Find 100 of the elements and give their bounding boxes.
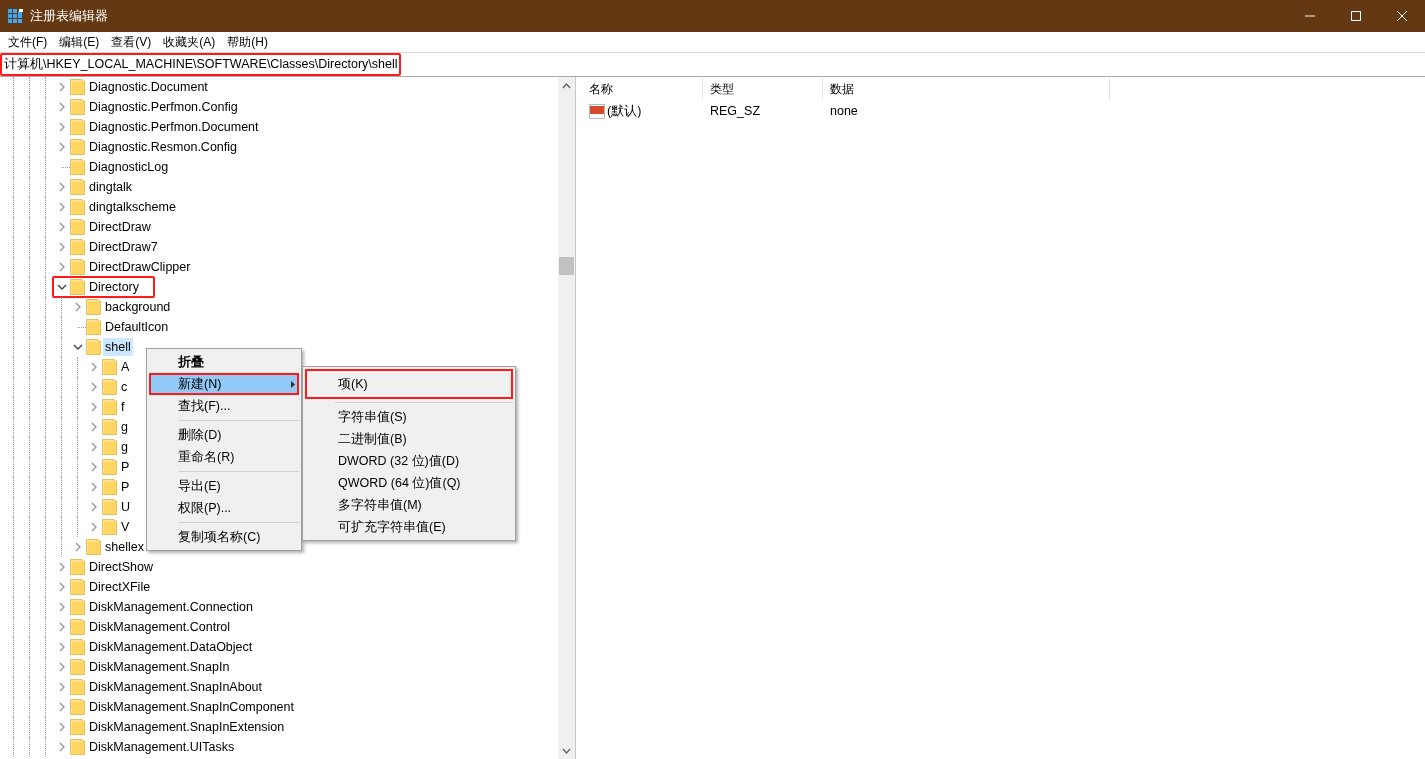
folder-icon — [102, 499, 117, 515]
tree-item[interactable]: Diagnostic.Document — [52, 77, 224, 98]
tree-item[interactable]: V — [84, 516, 146, 538]
tree-item[interactable]: dingtalkscheme — [52, 196, 192, 218]
column-header[interactable]: 名称 — [582, 78, 703, 100]
folder-icon — [70, 199, 85, 215]
folder-icon — [70, 159, 85, 175]
folder-icon — [102, 519, 117, 535]
address-field[interactable]: 计算机\HKEY_LOCAL_MACHINE\SOFTWARE\Classes\Directory\shell — [0, 53, 402, 76]
folder-icon — [70, 659, 85, 675]
tree-item[interactable]: U — [84, 496, 147, 518]
tree-item[interactable]: background — [68, 296, 187, 318]
submenu-item[interactable]: QWORD (64 位)值(Q) — [305, 472, 513, 494]
tree-item[interactable]: DiskManagement.DataObject — [52, 636, 269, 658]
tree-item[interactable]: Diagnostic.Resmon.Config — [52, 136, 253, 158]
tree-item[interactable]: DirectDraw7 — [52, 236, 174, 258]
folder-icon — [70, 579, 85, 595]
tree-item[interactable]: DirectDrawClipper — [52, 256, 207, 278]
menu-item[interactable]: 查看(V) — [105, 33, 158, 51]
folder-icon — [70, 139, 85, 155]
tree-item[interactable]: f — [84, 396, 141, 418]
tree-item[interactable]: Diagnostic.Perfmon.Document — [52, 116, 275, 138]
tree-item[interactable]: shell — [68, 336, 147, 358]
chevron-right-icon[interactable] — [74, 302, 82, 312]
submenu-item[interactable]: 项(K) — [305, 369, 513, 399]
tree-item[interactable]: DiskManagement.Connection — [52, 596, 269, 618]
submenu-arrow-icon — [291, 381, 295, 388]
folder-icon — [70, 99, 85, 115]
scrollbar[interactable] — [558, 77, 575, 759]
tree-item[interactable]: P — [84, 476, 146, 498]
close-icon[interactable] — [1397, 11, 1407, 21]
context-menu-item[interactable]: 查找(F)... — [149, 395, 299, 417]
submenu-item[interactable]: 可扩充字符串值(E) — [305, 516, 513, 538]
folder-icon — [70, 119, 85, 135]
tree-item[interactable]: dingtalk — [52, 176, 149, 198]
tree-item[interactable]: A — [84, 356, 146, 378]
tree-item[interactable]: DirectShow — [52, 556, 169, 578]
folder-icon — [70, 79, 85, 95]
context-menu-item[interactable]: 重命名(R) — [149, 446, 299, 468]
table-cell: (默认) — [582, 102, 703, 120]
folder-icon — [86, 339, 101, 355]
context-menu-item[interactable]: 删除(D) — [149, 424, 299, 446]
folder-icon — [102, 459, 117, 475]
folder-icon — [70, 619, 85, 635]
folder-icon — [70, 559, 85, 575]
folder-icon — [70, 219, 85, 235]
folder-icon — [70, 639, 85, 655]
table-cell-text: REG_SZ — [709, 104, 761, 118]
folder-icon — [70, 279, 85, 295]
menu-item[interactable]: 编辑(E) — [53, 33, 106, 51]
scroll-down-icon[interactable] — [562, 748, 571, 754]
context-menu-item[interactable]: 导出(E) — [149, 475, 299, 497]
folder-icon — [70, 239, 85, 255]
tree-item[interactable]: DefaultIcon — [68, 316, 185, 338]
tree-item[interactable]: DiagnosticLog — [52, 156, 185, 178]
tree-item[interactable]: DirectDraw — [52, 216, 167, 238]
folder-icon — [102, 419, 117, 435]
tree-item[interactable]: DiskManagement.SnapIn — [52, 656, 246, 678]
tree-item[interactable]: g — [84, 436, 144, 458]
tree-item[interactable]: g — [84, 416, 144, 438]
folder-icon — [70, 679, 85, 695]
folder-icon — [70, 179, 85, 195]
chevron-down-icon[interactable] — [57, 283, 67, 291]
maximize-icon[interactable] — [1351, 11, 1361, 21]
context-menu-item[interactable]: 权限(P)... — [149, 497, 299, 519]
column-header[interactable]: 类型 — [703, 78, 823, 100]
folder-icon — [102, 379, 117, 395]
folder-icon — [102, 399, 117, 415]
column-header[interactable]: 数据 — [823, 78, 1110, 100]
submenu-item[interactable]: DWORD (32 位)值(D) — [305, 450, 513, 472]
scrollbar-thumb[interactable] — [559, 257, 574, 275]
folder-icon — [86, 299, 101, 315]
tree-item[interactable]: DiskManagement.SnapInAbout — [52, 676, 279, 698]
context-menu-item[interactable]: 新建(N) — [149, 373, 299, 395]
tree-item[interactable]: P — [84, 456, 146, 478]
scroll-up-icon[interactable] — [562, 83, 571, 89]
tree-item[interactable]: Diagnostic.Perfmon.Config — [52, 96, 254, 118]
folder-icon — [86, 539, 101, 555]
window-title: 注册表编辑器 — [30, 7, 108, 25]
submenu-item[interactable]: 多字符串值(M) — [305, 494, 513, 516]
submenu-item[interactable]: 二进制值(B) — [305, 428, 513, 450]
chevron-down-icon[interactable] — [73, 343, 83, 351]
menu-item[interactable]: 帮助(H) — [221, 33, 274, 51]
folder-icon — [70, 719, 85, 735]
tree-item[interactable]: Directory — [52, 276, 155, 298]
tree-item[interactable]: DirectXFile — [52, 576, 167, 598]
registry-icon — [8, 8, 23, 24]
tree-item[interactable]: DiskManagement.SnapInComponent — [52, 696, 310, 718]
menu-item[interactable]: 收藏夹(A) — [157, 33, 222, 51]
tree-item[interactable]: DiskManagement.Control — [52, 616, 247, 638]
tree-item[interactable]: c — [84, 376, 144, 398]
folder-icon — [70, 599, 85, 615]
tree-item[interactable]: DiskManagement.SnapInExtension — [52, 716, 301, 738]
context-menu-item[interactable]: 折叠 — [149, 351, 299, 373]
folder-icon — [86, 319, 101, 335]
tree-item[interactable]: DiskManagement.UITasks — [52, 736, 251, 758]
folder-icon — [102, 439, 117, 455]
submenu-item[interactable]: 字符串值(S) — [305, 406, 513, 428]
menu-item[interactable]: 文件(F) — [2, 33, 54, 51]
string-value-icon — [589, 103, 605, 119]
